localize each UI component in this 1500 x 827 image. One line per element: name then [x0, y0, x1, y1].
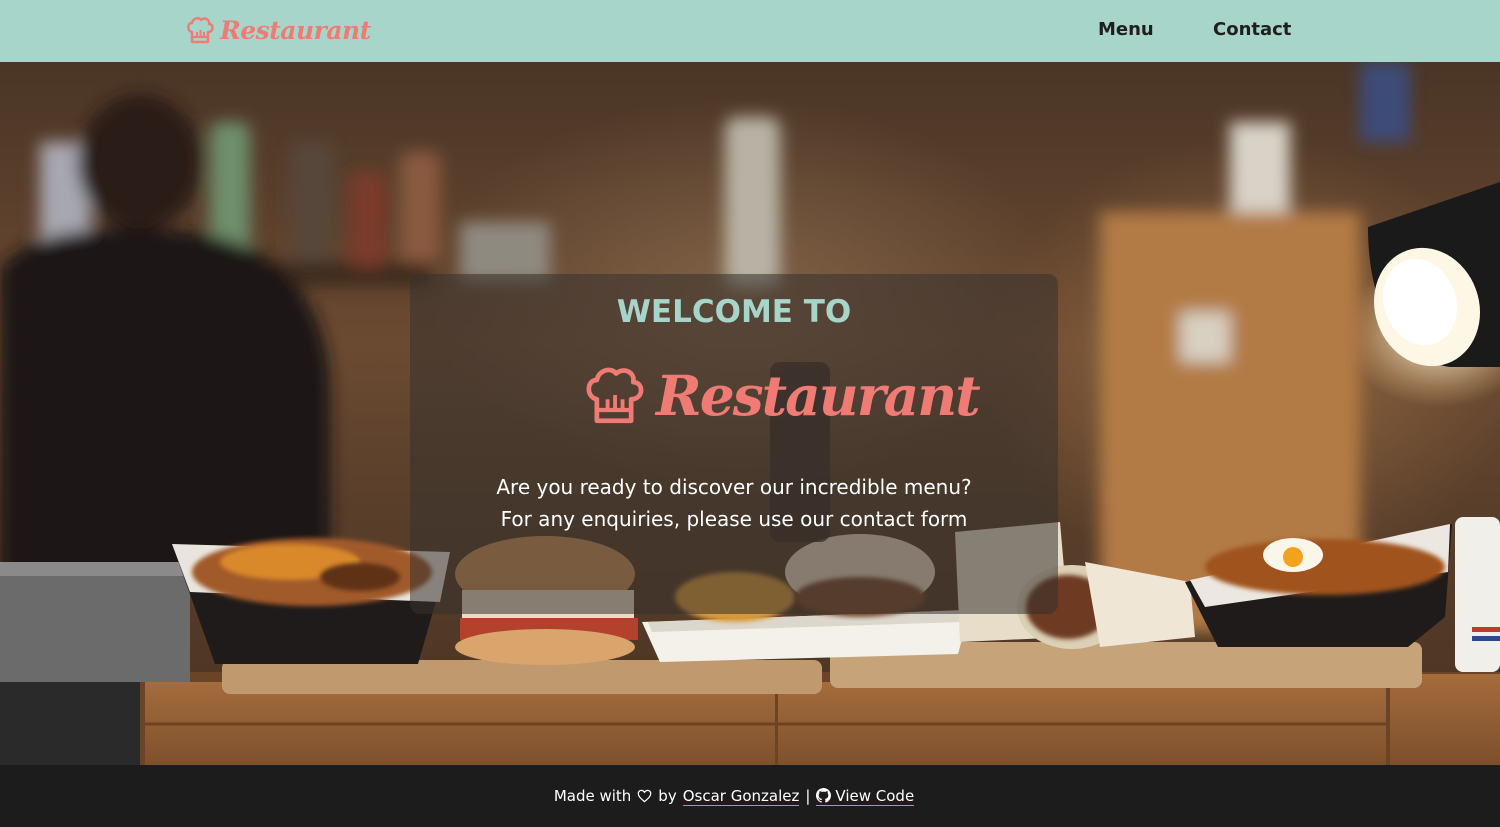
nav-link-contact[interactable]: Contact: [1213, 19, 1291, 40]
view-code-label: View Code: [835, 786, 915, 805]
hero-logo: Restaurant: [584, 362, 981, 428]
heart-icon: [637, 789, 652, 803]
footer: Made with by Oscar Gonzalez | View Code: [0, 765, 1500, 827]
hero-logo-text: Restaurant: [656, 362, 981, 428]
view-code-link[interactable]: View Code: [816, 786, 915, 806]
hero-tagline-menu: Are you ready to discover our incredible…: [496, 475, 972, 499]
footer-by: by: [658, 787, 677, 805]
brand-logo-link[interactable]: Restaurant: [186, 13, 371, 47]
welcome-title: WELCOME TO: [616, 294, 852, 330]
hero-tagline-contact: For any enquiries, please use our contac…: [500, 507, 968, 531]
chef-hat-icon: [187, 17, 214, 44]
nav-link-menu[interactable]: Menu: [1098, 19, 1154, 40]
top-navbar: Restaurant Menu Contact: [0, 0, 1500, 62]
author-link[interactable]: Oscar Gonzalez: [682, 787, 800, 806]
chef-hat-icon: [586, 367, 644, 424]
brand-name: Restaurant: [220, 15, 371, 45]
github-icon: [816, 788, 832, 803]
footer-separator: |: [805, 787, 811, 805]
footer-made-with: Made with: [553, 787, 632, 805]
footer-credits: Made with by Oscar Gonzalez | View Code: [553, 786, 915, 806]
